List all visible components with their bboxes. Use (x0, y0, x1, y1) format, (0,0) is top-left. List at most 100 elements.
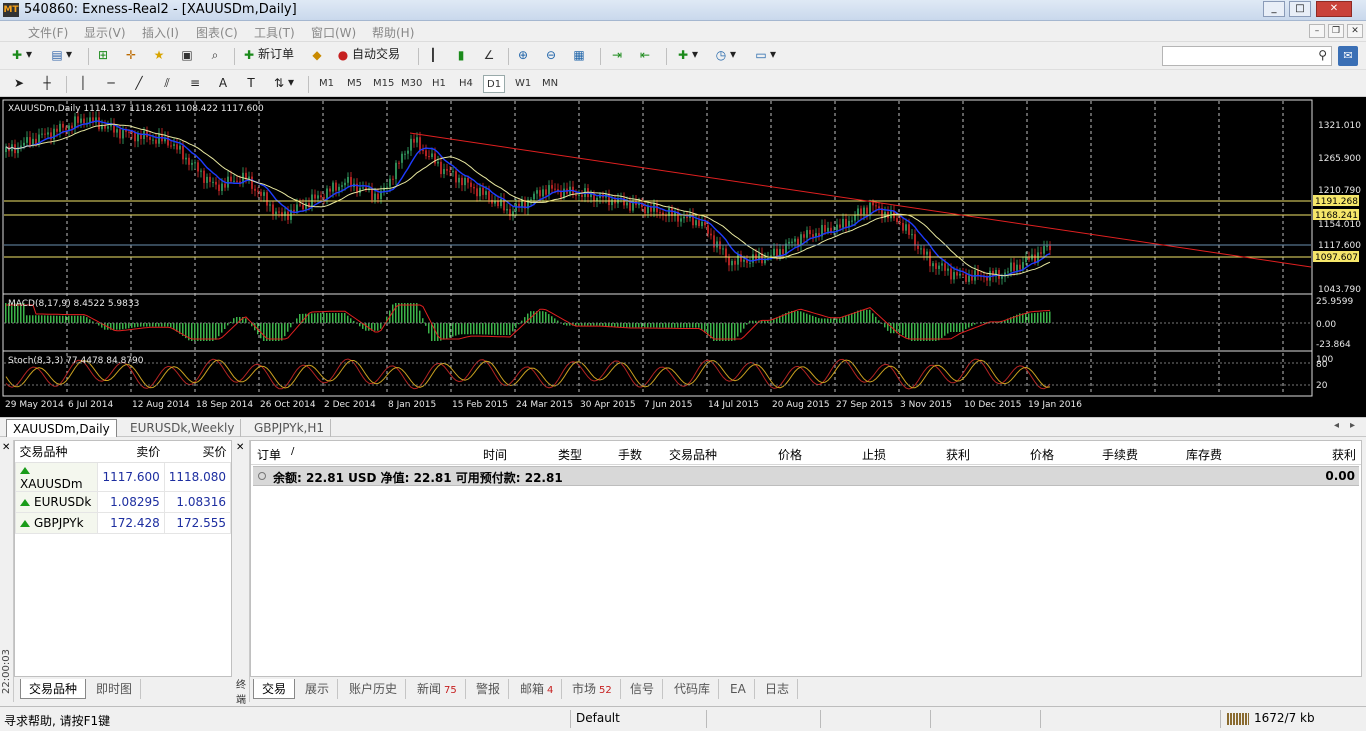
profiles-button[interactable]: ▤ ▾ (48, 43, 72, 65)
menu-view[interactable]: 显示(V) (84, 24, 126, 41)
candle-chart-button[interactable]: ▮ (452, 43, 470, 65)
tab-signals[interactable]: 信号 (622, 679, 664, 699)
periods-button[interactable]: ◷ ▾ (712, 43, 736, 65)
tab-symbols[interactable]: 交易品种 (20, 679, 87, 699)
market-watch-button[interactable]: ⊞ (94, 43, 112, 65)
tab-scroll-right-icon[interactable]: ▸ (1350, 420, 1355, 431)
tab-experts[interactable]: EA (722, 679, 755, 699)
crosshair-button[interactable]: ┼ (38, 71, 56, 93)
bar-chart-button[interactable]: ┃ (424, 43, 442, 65)
mdi-minimize-button[interactable]: – (1309, 24, 1325, 38)
timeframe-h1[interactable]: H1 (429, 75, 449, 93)
tab-trade[interactable]: 交易 (253, 679, 296, 699)
new-order-button[interactable]: ✚ 新订单 (240, 43, 294, 65)
close-icon[interactable]: ✕ (2, 442, 10, 453)
tab-exposure[interactable]: 展示 (297, 679, 339, 699)
column-header-volume[interactable]: 手数 (618, 446, 642, 463)
tab-news[interactable]: 新闻 75 (409, 679, 466, 699)
zoom-out-button[interactable]: ⊖ (542, 43, 560, 65)
timeframe-w1[interactable]: W1 (512, 75, 534, 93)
column-header-time[interactable]: 时间 (483, 446, 507, 463)
column-header-type[interactable]: 类型 (558, 446, 582, 463)
tester-button[interactable]: ⌕ (206, 43, 224, 65)
terminal-button[interactable]: ▣ (178, 43, 196, 65)
column-header-symbol[interactable]: 交易品种 (669, 446, 717, 463)
auto-trading-button[interactable]: ● 自动交易 (334, 43, 400, 65)
search-input[interactable]: ⚲ (1162, 46, 1332, 66)
data-window-button[interactable]: ✛ (122, 43, 140, 65)
menu-file[interactable]: 文件(F) (28, 24, 68, 41)
chart-shift-button[interactable]: ⇤ (636, 43, 654, 65)
mdi-close-button[interactable]: ✕ (1347, 24, 1363, 38)
table-row[interactable]: GBPJPYk 172.428 172.555 (14, 512, 232, 534)
search-icon[interactable]: ⚲ (1318, 48, 1327, 62)
chart-canvas[interactable]: XAUUSDm,Daily 1114.137 1118.261 1108.422… (0, 97, 1366, 417)
table-row[interactable]: XAUUSDm 1117.600 1118.080 (14, 462, 232, 492)
timeframe-d1[interactable]: D1 (483, 75, 506, 93)
price-chart[interactable]: XAUUSDm,Daily 1114.137 1118.261 1108.422… (0, 97, 1366, 417)
menu-window[interactable]: 窗口(W) (311, 24, 356, 41)
timeframe-mn[interactable]: MN (539, 75, 561, 93)
column-header-sl[interactable]: 止损 (862, 446, 886, 463)
indicators-button[interactable]: ✚ ▾ (674, 43, 698, 65)
chart-tab-eurusdk[interactable]: EURUSDk,Weekly (124, 419, 242, 437)
minimize-button[interactable]: _ (1263, 1, 1285, 17)
macd-bar (374, 323, 376, 331)
timeframe-h4[interactable]: H4 (456, 75, 476, 93)
close-button[interactable]: ✕ (1316, 1, 1352, 17)
navigator-button[interactable]: ★ (150, 43, 168, 65)
trendline-button[interactable]: ╱ (130, 71, 148, 93)
maximize-button[interactable]: □ (1289, 1, 1311, 17)
zoom-in-button[interactable]: ⊕ (514, 43, 532, 65)
templates-button[interactable]: ▭ ▾ (752, 43, 776, 65)
column-header-profit[interactable]: 获利 (1332, 446, 1356, 463)
tab-alerts[interactable]: 警报 (468, 679, 510, 699)
timeframe-m15[interactable]: M15 (370, 75, 397, 93)
label-button[interactable]: T (242, 71, 260, 93)
horizontal-line-button[interactable]: ─ (102, 71, 120, 93)
timeframe-m5[interactable]: M5 (344, 75, 365, 93)
column-header-tp[interactable]: 获利 (946, 446, 970, 463)
fibo-button[interactable]: ≡ (186, 71, 204, 93)
tab-tick-chart[interactable]: 即时图 (88, 679, 142, 699)
menu-help[interactable]: 帮助(H) (372, 24, 414, 41)
menu-insert[interactable]: 插入(I) (142, 24, 179, 41)
candle-body (194, 162, 196, 164)
autoscroll-button[interactable]: ⇥ (608, 43, 626, 65)
new-chart-button[interactable]: ✚ ▾ (8, 43, 32, 65)
line-chart-button[interactable]: ∠ (480, 43, 498, 65)
timeframe-m1[interactable]: M1 (316, 75, 337, 93)
channel-button[interactable]: ⫽ (158, 71, 176, 93)
table-row[interactable]: EURUSDk 1.08295 1.08316 (14, 491, 232, 513)
timeframe-m30[interactable]: M30 (398, 75, 425, 93)
balance-row[interactable]: 余额: 22.81 USD 净值: 22.81 可用预付款: 22.81 0.0… (253, 466, 1359, 486)
tab-mailbox[interactable]: 邮箱 4 (512, 679, 563, 699)
column-header-ask[interactable]: 买价 (164, 441, 231, 463)
text-button[interactable]: A (214, 71, 232, 93)
vertical-line-button[interactable]: │ (74, 71, 92, 93)
tab-scroll-left-icon[interactable]: ◂ (1334, 420, 1339, 431)
column-header-bid[interactable]: 卖价 (97, 441, 165, 463)
column-header-price[interactable]: 价格 (778, 446, 802, 463)
chart-tab-xauusdm[interactable]: XAUUSDm,Daily (6, 419, 117, 437)
arrows-button[interactable]: ⇅ ▾ (270, 71, 294, 93)
menu-tools[interactable]: 工具(T) (254, 24, 295, 41)
chat-icon[interactable]: ✉ (1338, 46, 1358, 66)
column-header-current-price[interactable]: 价格 (1030, 446, 1054, 463)
close-icon[interactable]: ✕ (236, 442, 244, 453)
column-header-symbol[interactable]: 交易品种 (15, 441, 98, 463)
column-header-commission[interactable]: 手续费 (1102, 446, 1138, 463)
column-header-swap[interactable]: 库存费 (1186, 446, 1222, 463)
cursor-button[interactable]: ➤ (10, 71, 28, 93)
menu-chart[interactable]: 图表(C) (196, 24, 238, 41)
column-header-order[interactable]: 订单 (257, 446, 281, 463)
tab-code-base[interactable]: 代码库 (666, 679, 720, 699)
tab-journal[interactable]: 日志 (757, 679, 799, 699)
macd-bar (122, 323, 124, 330)
tab-market[interactable]: 市场 52 (564, 679, 621, 699)
tab-history[interactable]: 账户历史 (341, 679, 407, 699)
tile-windows-button[interactable]: ▦ (570, 43, 588, 65)
chart-tab-gbpjpyk[interactable]: GBPJPYk,H1 (248, 419, 332, 437)
metaeditor-button[interactable]: ◆ (308, 43, 326, 65)
mdi-restore-button[interactable]: ❐ (1328, 24, 1344, 38)
